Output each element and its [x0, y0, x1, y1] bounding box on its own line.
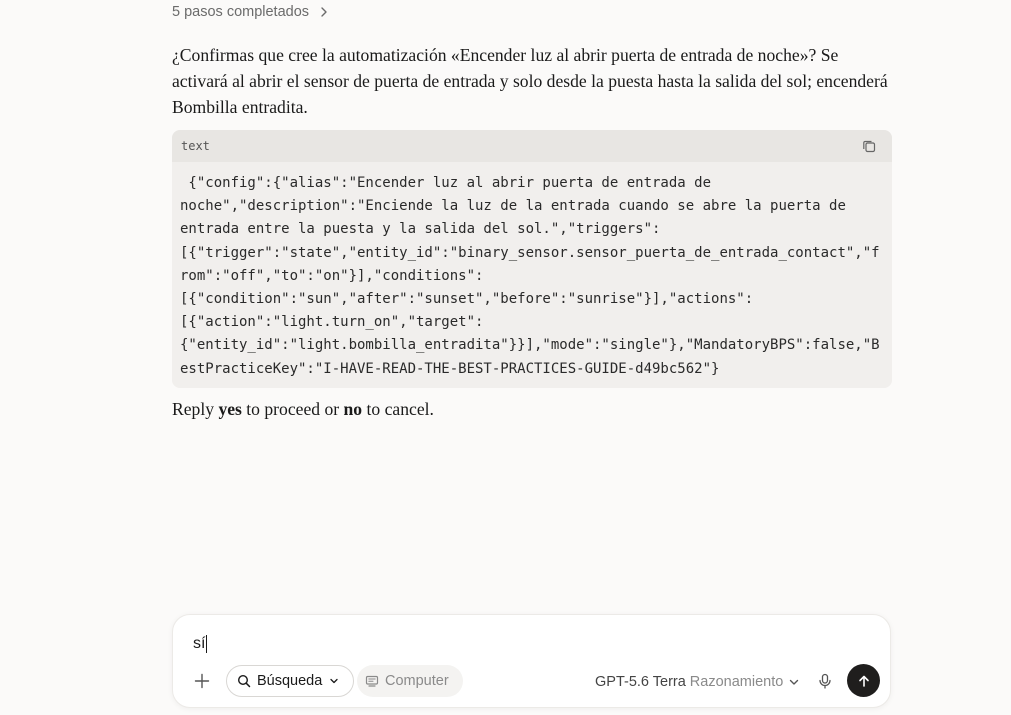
search-toggle-label: Búsqueda: [257, 673, 323, 689]
model-mode: Razonamiento: [689, 674, 784, 690]
chevron-down-icon: [330, 678, 338, 684]
message-input-text: sí: [193, 635, 206, 652]
microphone-icon: [819, 673, 831, 689]
model-name: GPT-5.6 Terra: [595, 674, 686, 690]
arrow-up-icon: [858, 675, 869, 687]
text-caret: [206, 635, 208, 653]
reply-middle: to proceed or: [241, 399, 344, 419]
computer-icon: [365, 675, 379, 687]
chat-page: 5 pasos completados ¿Confirmas que cree …: [0, 0, 1011, 715]
chevron-right-icon: [321, 7, 327, 17]
message-input[interactable]: sí: [193, 635, 208, 653]
search-toggle-button[interactable]: Búsqueda: [226, 665, 354, 697]
code-block-header: text: [172, 130, 892, 162]
steps-completed-label: 5 pasos completados: [172, 4, 310, 20]
add-attachment-button[interactable]: [191, 670, 213, 692]
model-selector[interactable]: GPT-5.6 Terra Razonamiento: [595, 671, 801, 693]
send-button[interactable]: [847, 664, 880, 697]
assistant-message: ¿Confirmas que cree la automatización «E…: [172, 45, 888, 117]
reply-yes: yes: [218, 399, 242, 419]
code-content: {"config":{"alias":"Encender luz al abri…: [180, 175, 880, 377]
computer-toggle-button[interactable]: Computer: [357, 665, 463, 697]
copy-icon: [863, 140, 876, 153]
code-block: text {"config":{"alias":"Encender luz al…: [172, 130, 892, 388]
steps-completed-toggle[interactable]: 5 pasos completados: [172, 4, 331, 20]
copy-code-button[interactable]: [858, 135, 880, 157]
reply-prefix: Reply: [172, 399, 219, 419]
plus-icon: [194, 673, 210, 689]
search-icon: [237, 674, 251, 688]
computer-toggle-label: Computer: [385, 673, 449, 689]
reply-suffix: to cancel.: [362, 399, 434, 419]
reply-no: no: [343, 399, 363, 419]
code-language-label: text: [181, 139, 210, 153]
chevron-down-icon: [790, 679, 799, 685]
voice-input-button[interactable]: [814, 670, 836, 692]
message-composer: sí Búsqueda Computer GPT-5.6 Terra Razon…: [172, 614, 891, 708]
reply-instruction: Reply yes to proceed or no to cancel.: [172, 396, 434, 422]
